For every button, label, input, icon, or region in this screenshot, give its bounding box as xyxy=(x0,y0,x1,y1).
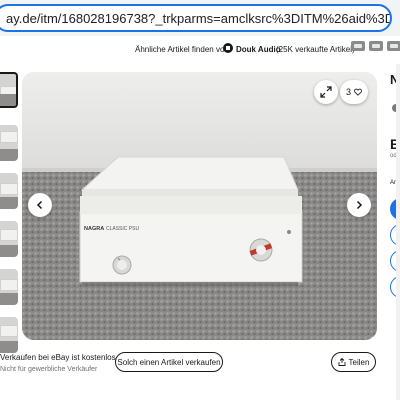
thumbnail-item[interactable] xyxy=(0,221,18,257)
expand-button[interactable] xyxy=(314,80,338,104)
sell-similar-label: Solch einen Artikel verkaufen xyxy=(117,357,221,367)
thumbnail-item[interactable] xyxy=(0,72,18,108)
sell-similar-button[interactable]: Solch einen Artikel verkaufen xyxy=(115,352,223,372)
similar-item-thumbnail[interactable] xyxy=(351,41,365,51)
similar-item-thumbnail[interactable] xyxy=(369,41,383,51)
expand-icon xyxy=(320,86,332,98)
heart-icon xyxy=(354,88,362,96)
similar-items-label: Ähnliche Artikel finden von xyxy=(135,45,229,54)
next-image-button[interactable] xyxy=(347,193,371,217)
page-scrollbar[interactable] xyxy=(396,64,400,400)
share-label: Teilen xyxy=(348,357,370,367)
chevron-right-icon xyxy=(356,200,363,210)
thumbnail-item[interactable] xyxy=(0,125,18,161)
product-model-label: CLASSIC PSU xyxy=(106,226,139,232)
thumbnail-item[interactable] xyxy=(0,317,18,353)
main-product-image[interactable]: NAGRA CLASSIC PSU 3 xyxy=(22,72,377,340)
watch-count: 3 xyxy=(346,87,352,97)
thumbnail-item[interactable] xyxy=(0,269,18,305)
store-sold-count: (25K verkaufte Artikel) xyxy=(276,45,355,54)
not-for-commercial-text: Nicht für gewerbliche Verkäufer xyxy=(0,366,98,373)
browser-url-bar: ay.de/itm/168028196738?_trkparms=amclksr… xyxy=(0,0,400,36)
chevron-left-icon xyxy=(36,200,43,210)
share-icon xyxy=(338,358,345,366)
watchlist-button[interactable]: 3 xyxy=(340,80,368,104)
similar-items-bar: Ähnliche Artikel finden von Douk Audio (… xyxy=(0,36,400,64)
address-field[interactable]: ay.de/itm/168028196738?_trkparms=amclksr… xyxy=(0,4,392,32)
thumbnail-item[interactable] xyxy=(0,173,18,209)
store-name-link[interactable]: Douk Audio xyxy=(236,45,281,54)
store-logo-icon[interactable] xyxy=(223,43,233,53)
previous-image-button[interactable] xyxy=(28,193,52,217)
url-text[interactable]: ay.de/itm/168028196738?_trkparms=amclksr… xyxy=(6,11,390,26)
similar-item-thumbnail[interactable] xyxy=(387,41,400,51)
sell-free-text: Verkaufen bei eBay ist kostenlos xyxy=(0,353,116,362)
product-brand-label: NAGRA xyxy=(84,226,104,232)
product-photo: NAGRA CLASSIC PSU xyxy=(22,72,377,340)
similar-thumbnails xyxy=(351,41,400,55)
share-button[interactable]: Teilen xyxy=(331,352,376,372)
